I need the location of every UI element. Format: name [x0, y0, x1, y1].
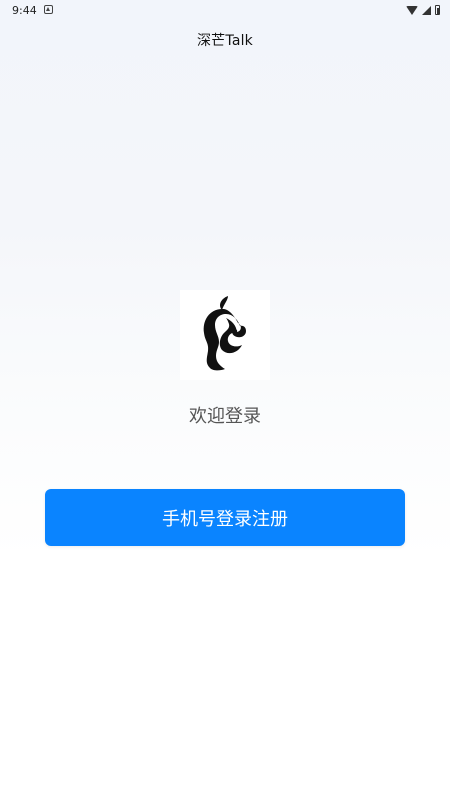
welcome-text: 欢迎登录 — [189, 406, 261, 427]
status-time: 9:44 — [12, 4, 37, 17]
app-bar: 深芒Talk — [0, 22, 450, 58]
app-title: 深芒Talk — [196, 33, 253, 49]
app-logo — [180, 290, 270, 380]
signal-icon — [422, 5, 431, 15]
phone-login-button[interactable]: 手机号登录注册 — [45, 489, 405, 546]
wifi-icon — [406, 5, 418, 15]
status-icons — [406, 4, 440, 16]
mango-logo-icon — [203, 296, 246, 371]
notification-icon — [44, 5, 53, 14]
battery-icon — [435, 5, 440, 15]
status-bar: 9:44 — [0, 0, 450, 22]
